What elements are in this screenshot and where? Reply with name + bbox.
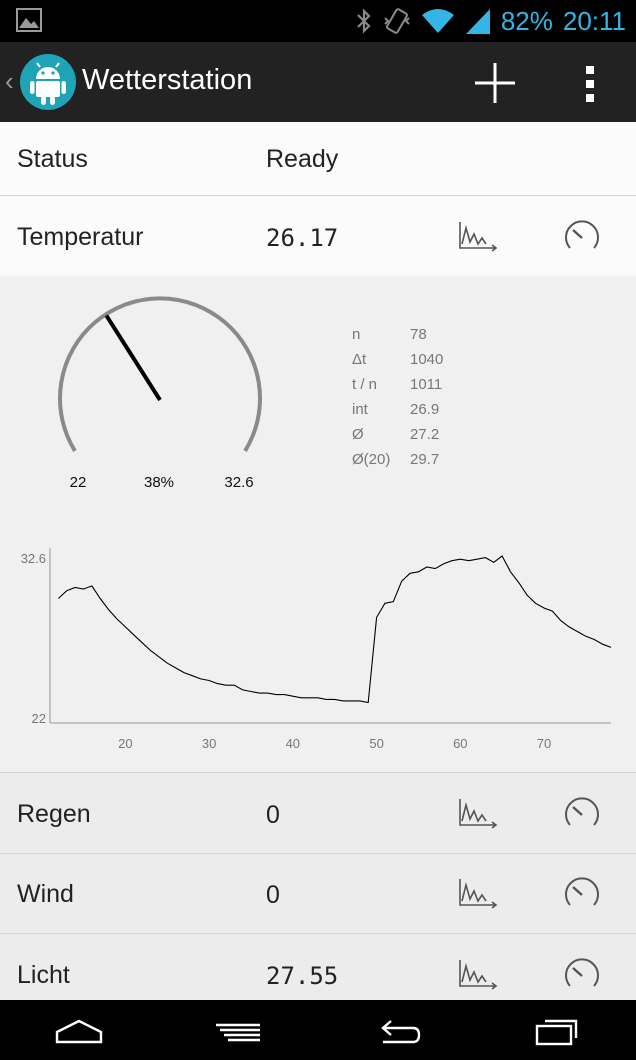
stat-row: Ø 27.2: [352, 426, 443, 451]
stat-value: 78: [410, 326, 427, 343]
list-item-licht[interactable]: Licht 27.55: [0, 934, 636, 1000]
temperatur-detail-panel: 22 38% 32.6 n 78 Δt 1040 t / n 1011 int …: [0, 276, 636, 773]
status-label: Status: [17, 145, 88, 173]
x-tick-label: 70: [537, 736, 551, 751]
vibrate-icon: [384, 8, 410, 34]
x-tick-labels: 20 30 40 50 60 70: [118, 736, 551, 751]
bluetooth-icon: [357, 8, 371, 34]
stat-row: Ø(20) 29.7: [352, 451, 443, 476]
list-item-temperatur[interactable]: Temperatur 26.17: [0, 196, 636, 276]
temperature-history-chart: 32.6 22 20 30 40 50 60 70: [21, 548, 612, 751]
battery-percent: 82%: [500, 5, 553, 36]
regen-label: Regen: [17, 800, 91, 828]
chart-icon[interactable]: [456, 797, 498, 829]
stat-value: 27.2: [410, 426, 440, 443]
gauge-min-label: 22: [70, 474, 87, 491]
stat-value: 26.9: [410, 401, 440, 418]
plus-icon[interactable]: [472, 60, 518, 106]
chart-icon[interactable]: [456, 958, 498, 990]
gauge-icon[interactable]: [562, 797, 602, 829]
stat-value: 1040: [410, 351, 444, 368]
image-notification-icon: [16, 8, 42, 32]
navigation-bar: [0, 1000, 636, 1060]
stat-row: t / n 1011: [352, 376, 443, 401]
stat-row: int 26.9: [352, 401, 443, 426]
stat-value: 29.7: [410, 451, 440, 468]
licht-label: Licht: [17, 961, 70, 989]
clock: 20:11: [562, 5, 626, 36]
stat-row: n 78: [352, 326, 443, 351]
list-item-regen[interactable]: Regen 0: [0, 773, 636, 854]
list-item-wind[interactable]: Wind 0: [0, 854, 636, 934]
x-tick-label: 50: [369, 736, 383, 751]
wind-value: 0: [266, 881, 280, 909]
stat-value: 1011: [410, 376, 443, 393]
gauge-percent-label: 38%: [144, 474, 174, 491]
gauge-max-label: 32.6: [224, 474, 253, 491]
stat-key: n: [352, 326, 361, 343]
status-bar: 82% 20:11: [0, 0, 636, 42]
regen-value: 0: [266, 801, 280, 829]
temperature-gauge: 22 38% 32.6: [58, 296, 262, 491]
chart-icon[interactable]: [456, 220, 498, 252]
signal-icon: [465, 9, 490, 34]
temperatur-value: 26.17: [266, 224, 339, 252]
recent-apps-icon[interactable]: [535, 1016, 581, 1046]
chart-icon[interactable]: [456, 877, 498, 909]
app-title: Wetterstation: [82, 64, 253, 96]
status-bar-right: 82% 20:11: [355, 0, 626, 42]
gauge-icon[interactable]: [562, 877, 602, 909]
back-icon[interactable]: [375, 1018, 421, 1046]
temperatur-label: Temperatur: [17, 223, 144, 251]
stat-key: int: [352, 401, 368, 418]
stat-key: Ø(20): [352, 451, 391, 468]
overflow-menu-icon[interactable]: [580, 62, 600, 106]
gauge-icon[interactable]: [562, 958, 602, 990]
gauge-needle: [104, 314, 162, 402]
action-bar: ‹ Wetterstation: [0, 42, 636, 124]
licht-value: 27.55: [266, 962, 339, 990]
wifi-icon: [421, 9, 454, 33]
menu-icon[interactable]: [214, 1022, 262, 1042]
up-caret-icon[interactable]: ‹: [5, 66, 14, 97]
home-icon[interactable]: [55, 1018, 103, 1044]
statistics-table: n 78 Δt 1040 t / n 1011 int 26.9 Ø 27.2 …: [352, 326, 443, 476]
stat-key: Δt: [352, 351, 367, 368]
x-tick-label: 20: [118, 736, 132, 751]
sensor-list: Status Ready Temperatur 26.17 22 38% 32.…: [0, 122, 636, 1000]
wind-label: Wind: [17, 880, 74, 908]
x-tick-label: 30: [202, 736, 216, 751]
y-tick-label: 32.6: [21, 551, 46, 566]
x-tick-label: 60: [453, 736, 467, 751]
gauge-icon[interactable]: [562, 220, 602, 252]
stat-key: Ø: [352, 426, 364, 443]
list-item-status: Status Ready: [0, 122, 636, 196]
app-logo-icon[interactable]: [20, 54, 76, 110]
temperature-series-line: [58, 555, 612, 704]
x-tick-label: 40: [286, 736, 300, 751]
stat-row: Δt 1040: [352, 351, 443, 376]
y-tick-label: 22: [32, 711, 46, 726]
stat-key: t / n: [352, 376, 378, 393]
status-value: Ready: [266, 145, 339, 173]
